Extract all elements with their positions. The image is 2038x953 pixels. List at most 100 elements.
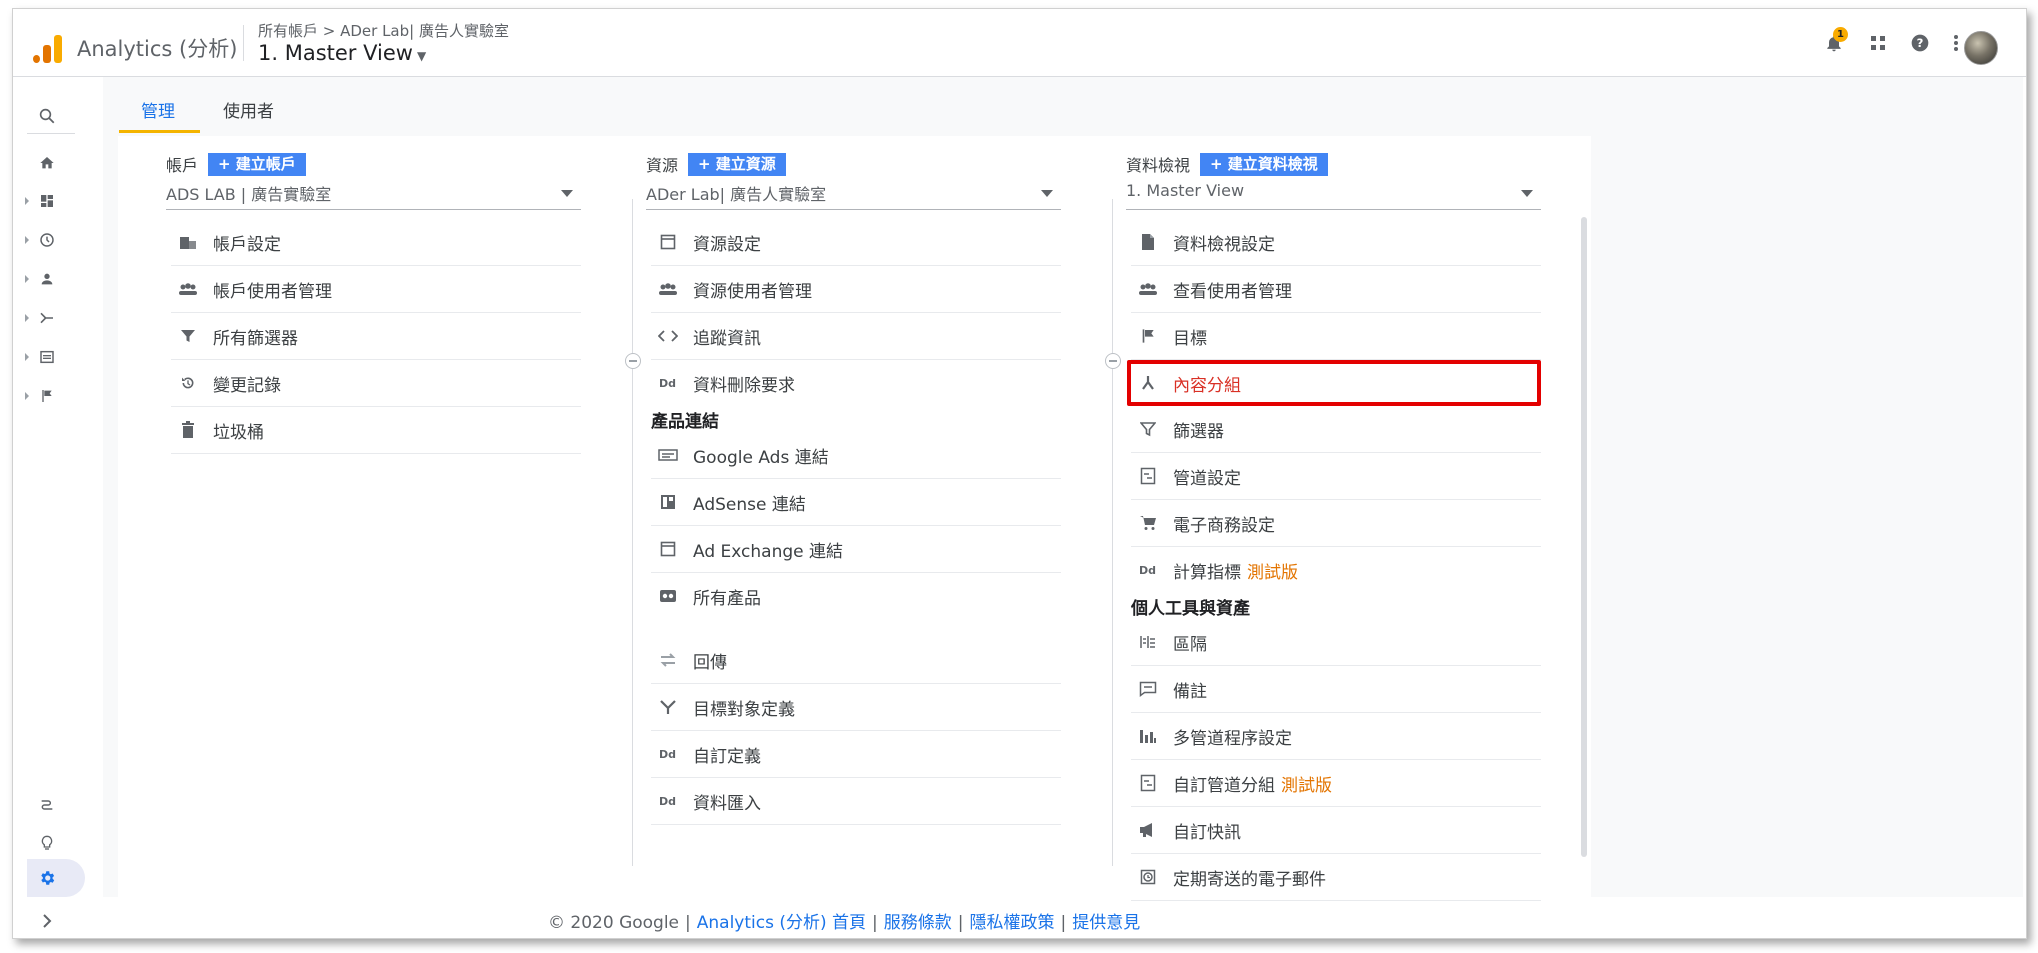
- list-item-account-user-management[interactable]: 帳戶使用者管理: [171, 266, 581, 313]
- collapse-column-handle[interactable]: [625, 353, 641, 369]
- list-item-label: 回傳: [693, 652, 727, 673]
- list-item-label: 管道設定: [1173, 468, 1241, 489]
- list-item-filters[interactable]: 篩選器: [1131, 406, 1541, 453]
- clock-icon: [1137, 866, 1159, 888]
- section-product-links: 產品連結: [651, 412, 719, 432]
- nav-customization[interactable]: [25, 187, 61, 215]
- list-item-data-import[interactable]: Dd 資料匯入: [651, 778, 1061, 825]
- list-item-label: 資料匯入: [693, 793, 761, 814]
- list-item-all-products[interactable]: 所有產品: [651, 573, 1061, 619]
- analytics-logo-icon[interactable]: [33, 33, 63, 63]
- list-item-property-user-management[interactable]: 資源使用者管理: [651, 266, 1061, 313]
- nav-acquisition[interactable]: [25, 304, 61, 332]
- chevron-down-icon: ▼: [416, 49, 427, 63]
- tab-admin[interactable]: 管理: [141, 97, 175, 122]
- nav-attribution[interactable]: [33, 791, 61, 819]
- list-item-postbacks[interactable]: 回傳: [651, 637, 1061, 684]
- list-item-account-settings[interactable]: 帳戶設定: [171, 219, 581, 266]
- footer-link-privacy[interactable]: 隱私權政策: [970, 913, 1055, 933]
- list-item-all-filters[interactable]: 所有篩選器: [171, 313, 581, 360]
- view-column-header: 資料檢視 + 建立資料檢視: [1126, 152, 1541, 176]
- list-item-mcf-settings[interactable]: 多管道程序設定: [1131, 713, 1541, 760]
- view-selector[interactable]: 1. Master View ▼: [258, 41, 426, 65]
- footer-link-feedback[interactable]: 提供意見: [1072, 913, 1140, 933]
- admin-card: 帳戶 + 建立帳戶 ADS LAB | 廣告實驗室 帳戶設定 帳戶使用者管理 所…: [118, 136, 1591, 936]
- footer-link-terms[interactable]: 服務條款: [884, 913, 952, 933]
- list-item-label: 資源使用者管理: [693, 281, 812, 302]
- list-item-view-user-management[interactable]: 查看使用者管理: [1131, 266, 1541, 313]
- create-account-button[interactable]: + 建立帳戶: [208, 152, 306, 176]
- list-item-label: 目標: [1173, 328, 1207, 349]
- account-selector[interactable]: ADS LAB | 廣告實驗室: [166, 181, 581, 210]
- list-item-tracking-info[interactable]: 追蹤資訊: [651, 313, 1061, 360]
- nav-behavior[interactable]: [25, 343, 61, 371]
- dd-icon: Dd: [1137, 559, 1159, 581]
- footer-separator: |: [957, 913, 964, 933]
- list-item-ecommerce-settings[interactable]: 電子商務設定: [1131, 500, 1541, 547]
- top-actions: 1 ?: [1786, 9, 2026, 76]
- list-item-google-ads-links[interactable]: Google Ads 連結: [651, 432, 1061, 479]
- adsense-icon: [657, 491, 679, 513]
- view-selector-label: 1. Master View: [258, 41, 413, 65]
- dd-icon: Dd: [657, 743, 679, 765]
- property-selector[interactable]: ADer Lab| 廣告人實驗室: [646, 181, 1061, 210]
- notification-badge: 1: [1833, 27, 1848, 42]
- search-icon: [39, 108, 55, 124]
- list-item-data-deletion[interactable]: Dd 資料刪除要求: [651, 360, 1061, 406]
- footer-separator: |: [1060, 913, 1067, 933]
- list-item-audience-definitions[interactable]: 目標對象定義: [651, 684, 1061, 731]
- dropdown-arrow-icon: [1041, 190, 1053, 197]
- footer-link-analytics-home[interactable]: Analytics (分析) 首頁: [697, 913, 866, 933]
- list-item-property-settings[interactable]: 資源設定: [651, 219, 1061, 266]
- list-item-scheduled-emails[interactable]: 定期寄送的電子郵件: [1131, 854, 1541, 901]
- list-item-ad-exchange-links[interactable]: Ad Exchange 連結: [651, 526, 1061, 573]
- expand-icon: [25, 392, 29, 400]
- active-tab-indicator: [119, 130, 200, 133]
- app-title[interactable]: Analytics (分析): [77, 33, 237, 63]
- list-item-custom-definitions[interactable]: Dd 自訂定義: [651, 731, 1061, 778]
- expand-icon: [25, 197, 29, 205]
- collapse-column-handle[interactable]: [1105, 353, 1121, 369]
- notifications-button[interactable]: 1: [1820, 27, 1848, 57]
- dropdown-arrow-icon: [561, 190, 573, 197]
- nav-admin[interactable]: [33, 864, 61, 892]
- account-breadcrumb[interactable]: 所有帳戶 > ADer Lab| 廣告人實驗室: [258, 20, 509, 41]
- nav-conversions[interactable]: [25, 382, 61, 410]
- apps-button[interactable]: [1864, 29, 1892, 57]
- list-item-custom-alerts[interactable]: 自訂快訊: [1131, 807, 1541, 854]
- list-item-view-settings[interactable]: 資料檢視設定: [1131, 219, 1541, 266]
- nav-discover[interactable]: [33, 829, 61, 857]
- section-personal-tools: 個人工具與資產: [1131, 599, 1250, 619]
- list-item-annotations[interactable]: 備註: [1131, 666, 1541, 713]
- list-item-change-history[interactable]: 變更記錄: [171, 360, 581, 407]
- avatar[interactable]: [1964, 31, 1998, 65]
- view-column-selector[interactable]: 1. Master View: [1126, 181, 1541, 210]
- list-item-label: 自訂快訊: [1173, 822, 1241, 843]
- search-button[interactable]: [33, 102, 61, 130]
- list-item-channel-settings[interactable]: 管道設定: [1131, 453, 1541, 500]
- tab-users[interactable]: 使用者: [223, 97, 274, 122]
- nav-realtime[interactable]: [25, 226, 61, 254]
- nav-home[interactable]: [33, 149, 61, 177]
- person-icon: [41, 273, 53, 285]
- list-item-content-grouping[interactable]: 內容分組: [1127, 360, 1541, 406]
- list-item-adsense-links[interactable]: AdSense 連結: [651, 479, 1061, 526]
- annotation-icon: [1137, 678, 1159, 700]
- list-item-goals[interactable]: 目標: [1131, 313, 1541, 360]
- help-icon: ?: [1911, 34, 1929, 52]
- flag-icon: [1137, 325, 1159, 347]
- list-item-calculated-metrics[interactable]: Dd 計算指標 測試版: [1131, 547, 1541, 593]
- account-column-title: 帳戶: [166, 156, 199, 175]
- create-property-button[interactable]: + 建立資源: [688, 152, 786, 176]
- help-button[interactable]: ?: [1906, 29, 1934, 57]
- list-item-trash[interactable]: 垃圾桶: [171, 407, 581, 454]
- window-icon: [657, 538, 679, 560]
- document-icon: [1137, 231, 1159, 253]
- create-view-button[interactable]: + 建立資料檢視: [1200, 152, 1328, 176]
- nav-audience[interactable]: [25, 265, 61, 293]
- list-item-custom-channel-grouping[interactable]: 自訂管道分組 測試版: [1131, 760, 1541, 807]
- vertical-scrollbar[interactable]: [1581, 217, 1587, 857]
- list-item-label: 計算指標: [1173, 562, 1241, 583]
- list-item-segments[interactable]: 區隔: [1131, 619, 1541, 666]
